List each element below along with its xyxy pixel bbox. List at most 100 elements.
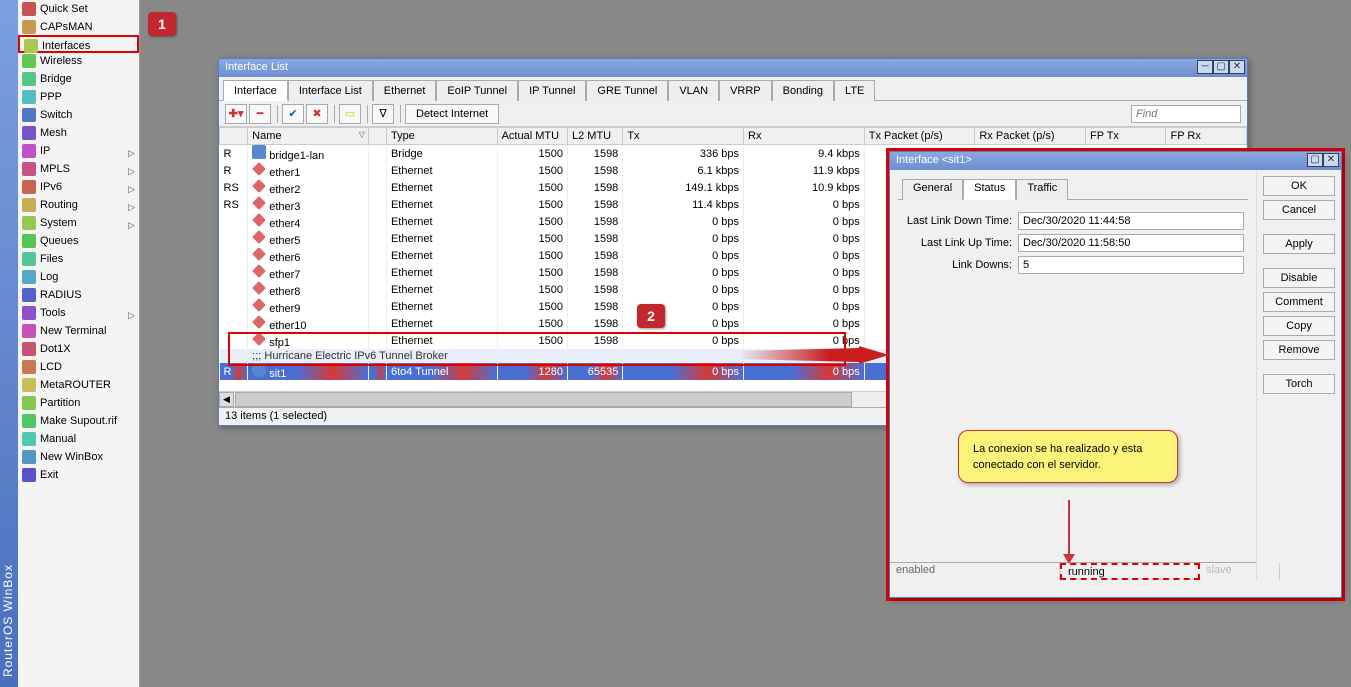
scroll-thumb[interactable]: [235, 392, 852, 407]
sidebar-item-partition[interactable]: Partition: [18, 394, 139, 412]
interface-icon: [252, 281, 266, 295]
tab-ethernet[interactable]: Ethernet: [373, 80, 437, 101]
app-name: RouterOS WinBox: [1, 564, 15, 677]
sidebar-item-ip[interactable]: IP▷: [18, 142, 139, 160]
column-header[interactable]: Tx Packet (p/s): [864, 128, 975, 145]
sidebar-item-log[interactable]: Log: [18, 268, 139, 286]
ok-button[interactable]: OK: [1263, 176, 1335, 196]
column-header[interactable]: Name▽: [248, 128, 369, 145]
comment-button[interactable]: ▭: [339, 104, 361, 124]
minimize-button[interactable]: ─: [1197, 60, 1213, 74]
remove-button[interactable]: ━: [249, 104, 271, 124]
column-header[interactable]: Rx: [744, 128, 865, 145]
filter-button[interactable]: ∇: [372, 104, 394, 124]
sidebar-item-dot1x[interactable]: Dot1X: [18, 340, 139, 358]
sidebar-item-wireless[interactable]: Wireless: [18, 52, 139, 70]
column-header[interactable]: L2 MTU: [568, 128, 623, 145]
sidebar-item-new-terminal[interactable]: New Terminal: [18, 322, 139, 340]
sidebar-item-mpls[interactable]: MPLS▷: [18, 160, 139, 178]
detail-titlebar[interactable]: Interface <sit1> ▢ ✕: [890, 152, 1341, 170]
sidebar-item-make-supout-rif[interactable]: Make Supout.rif: [18, 412, 139, 430]
last-link-up-value[interactable]: [1018, 234, 1244, 252]
last-link-down-value[interactable]: [1018, 212, 1244, 230]
detect-internet-button[interactable]: Detect Internet: [405, 104, 499, 124]
disable-button[interactable]: Disable: [1263, 268, 1335, 288]
tab-gre-tunnel[interactable]: GRE Tunnel: [586, 80, 668, 101]
tab-vrrp[interactable]: VRRP: [719, 80, 772, 101]
detail-close-button[interactable]: ✕: [1323, 153, 1339, 167]
sidebar-item-quick-set[interactable]: Quick Set: [18, 0, 139, 18]
link-downs-value[interactable]: [1018, 256, 1244, 274]
sidebar-item-exit[interactable]: Exit: [18, 466, 139, 484]
sidebar-item-manual[interactable]: Manual: [18, 430, 139, 448]
detail-tab-status[interactable]: Status: [963, 179, 1016, 200]
sidebar-item-capsman[interactable]: CAPsMAN: [18, 18, 139, 36]
sidebar-item-files[interactable]: Files: [18, 250, 139, 268]
sidebar-icon: [22, 396, 36, 410]
detail-tab-general[interactable]: General: [902, 179, 963, 200]
sidebar-icon: [22, 414, 36, 428]
column-header[interactable]: FP Rx: [1166, 128, 1247, 145]
sidebar-item-mesh[interactable]: Mesh: [18, 124, 139, 142]
sidebar-item-ipv6[interactable]: IPv6▷: [18, 178, 139, 196]
column-header[interactable]: [220, 128, 248, 145]
tab-ip-tunnel[interactable]: IP Tunnel: [518, 80, 586, 101]
interface-icon: [252, 145, 266, 159]
copy-button[interactable]: Copy: [1263, 316, 1335, 336]
column-header[interactable]: [368, 128, 386, 145]
sidebar-item-new-winbox[interactable]: New WinBox: [18, 448, 139, 466]
last-link-down-label: Last Link Down Time:: [902, 215, 1012, 227]
disable-button[interactable]: ✖: [306, 104, 328, 124]
detail-restore-button[interactable]: ▢: [1307, 153, 1323, 167]
column-header[interactable]: Rx Packet (p/s): [975, 128, 1086, 145]
tab-lte[interactable]: LTE: [834, 80, 875, 101]
detail-tab-traffic[interactable]: Traffic: [1016, 179, 1068, 200]
enable-button[interactable]: ✔: [282, 104, 304, 124]
sidebar-icon: [22, 306, 36, 320]
close-button[interactable]: ✕: [1229, 60, 1245, 74]
app-vertical-bar: RouterOS WinBox: [0, 0, 18, 687]
sidebar-icon: [22, 270, 36, 284]
tab-interface-list[interactable]: Interface List: [288, 80, 373, 101]
sidebar-item-ppp[interactable]: PPP: [18, 88, 139, 106]
sidebar-icon: [22, 144, 36, 158]
column-header[interactable]: Tx: [623, 128, 744, 145]
interface-tabs: InterfaceInterface ListEthernetEoIP Tunn…: [219, 77, 1247, 101]
sidebar-icon: [22, 2, 36, 16]
remove-button[interactable]: Remove: [1263, 340, 1335, 360]
callout-text: La conexion se ha realizado y esta conec…: [973, 443, 1142, 471]
maximize-button[interactable]: ▢: [1213, 60, 1229, 74]
apply-button[interactable]: Apply: [1263, 234, 1335, 254]
sidebar-item-routing[interactable]: Routing▷: [18, 196, 139, 214]
interface-icon: [252, 332, 266, 346]
add-button[interactable]: ✚▾: [225, 104, 247, 124]
sidebar-item-radius[interactable]: RADIUS: [18, 286, 139, 304]
sidebar-icon: [22, 72, 36, 86]
link-downs-label: Link Downs:: [902, 259, 1012, 271]
tab-eoip-tunnel[interactable]: EoIP Tunnel: [436, 80, 518, 101]
column-header[interactable]: Type: [386, 128, 497, 145]
sidebar-item-lcd[interactable]: LCD: [18, 358, 139, 376]
tab-bonding[interactable]: Bonding: [772, 80, 834, 101]
column-header[interactable]: FP Tx: [1086, 128, 1166, 145]
torch-button[interactable]: Torch: [1263, 374, 1335, 394]
cancel-button[interactable]: Cancel: [1263, 200, 1335, 220]
sidebar-item-tools[interactable]: Tools▷: [18, 304, 139, 322]
annotation-arrow-right: [739, 346, 889, 364]
sidebar-item-metarouter[interactable]: MetaROUTER: [18, 376, 139, 394]
sidebar-item-bridge[interactable]: Bridge: [18, 70, 139, 88]
window-titlebar[interactable]: Interface List ─ ▢ ✕: [219, 59, 1247, 77]
last-link-up-label: Last Link Up Time:: [902, 237, 1012, 249]
sidebar-item-interfaces[interactable]: Interfaces: [18, 35, 139, 53]
sidebar-item-switch[interactable]: Switch: [18, 106, 139, 124]
sidebar-item-queues[interactable]: Queues: [18, 232, 139, 250]
find-input[interactable]: [1131, 105, 1241, 123]
sidebar-icon: [22, 234, 36, 248]
tab-interface[interactable]: Interface: [223, 80, 288, 101]
sidebar-item-system[interactable]: System▷: [18, 214, 139, 232]
tab-vlan[interactable]: VLAN: [668, 80, 719, 101]
comment-button[interactable]: Comment: [1263, 292, 1335, 312]
column-header[interactable]: Actual MTU: [497, 128, 567, 145]
scroll-left-icon[interactable]: ◀: [219, 392, 234, 407]
sidebar-icon: [22, 432, 36, 446]
